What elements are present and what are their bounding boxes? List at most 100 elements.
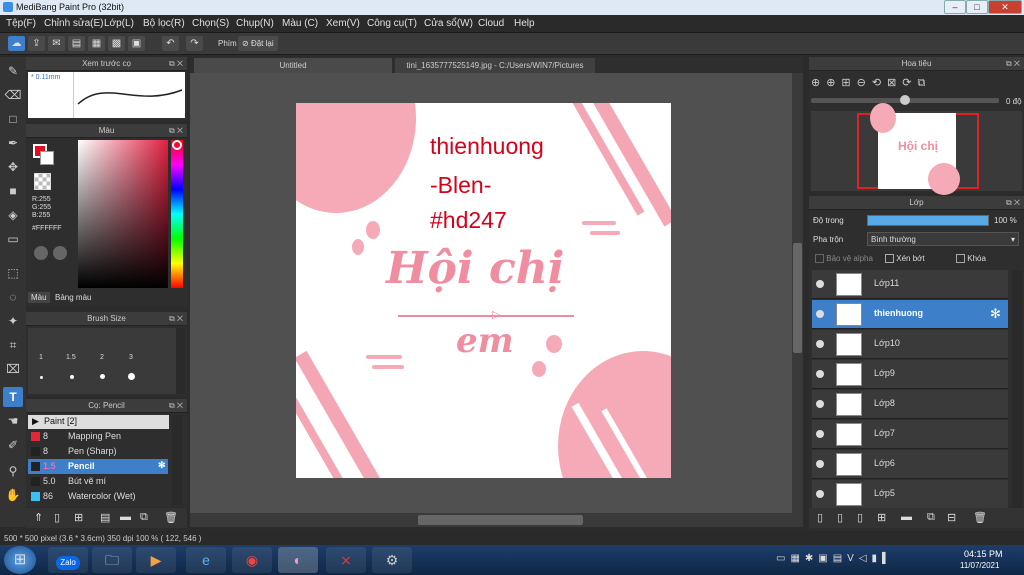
add-brush-icon[interactable]: ⇑ bbox=[34, 511, 43, 524]
merge-layer-icon[interactable]: ⊟ bbox=[947, 511, 956, 524]
folder-icon[interactable]: ▬ bbox=[901, 511, 912, 523]
move-tool-icon[interactable]: ✥ bbox=[3, 157, 23, 177]
ie-app-icon[interactable]: e bbox=[186, 547, 226, 573]
layer-item-selected[interactable]: thienhuong ✻ bbox=[812, 300, 1008, 329]
visibility-icon[interactable] bbox=[816, 490, 824, 498]
new-layer-1bit-icon[interactable]: ▯ bbox=[857, 511, 863, 524]
menu-view[interactable]: Xem(V) bbox=[326, 18, 360, 29]
new-layer-icon[interactable]: ▯ bbox=[817, 511, 823, 524]
lasso-tool-icon[interactable]: ◌ bbox=[3, 287, 23, 307]
cloud-icon[interactable]: ☁ bbox=[8, 36, 25, 51]
lock-checkbox[interactable]: Khóa bbox=[956, 254, 986, 264]
vertical-scrollbar[interactable] bbox=[792, 73, 803, 513]
size-scrollbar[interactable] bbox=[176, 328, 185, 394]
transparent-color-swatch[interactable] bbox=[34, 173, 51, 190]
size-2[interactable]: 2 bbox=[100, 354, 104, 361]
eraser-tool-icon[interactable]: ⌫ bbox=[3, 85, 23, 105]
start-button-icon[interactable]: ⊞ bbox=[4, 546, 36, 574]
brush-scrollbar[interactable] bbox=[172, 415, 182, 505]
layer-scrollbar[interactable] bbox=[1012, 270, 1022, 508]
visibility-icon[interactable] bbox=[816, 310, 824, 318]
hand-tool-icon[interactable]: ✋ bbox=[3, 485, 23, 505]
select-eraser-icon[interactable]: ⌧ bbox=[3, 359, 23, 379]
brush-item[interactable]: 8 Mapping Pen bbox=[28, 429, 168, 444]
text-tool-icon[interactable]: T bbox=[3, 387, 23, 407]
menu-snap[interactable]: Chụp(N) bbox=[236, 18, 274, 29]
layer-item[interactable]: Lớp5 bbox=[812, 480, 1008, 509]
copy-icon[interactable]: ⧉ bbox=[140, 511, 148, 524]
layer-item[interactable]: Lớp9 bbox=[812, 360, 1008, 389]
close-button[interactable]: ✕ bbox=[988, 0, 1022, 14]
visibility-icon[interactable] bbox=[816, 340, 824, 348]
visibility-icon[interactable] bbox=[816, 280, 824, 288]
navigator-zoom-icons[interactable]: ⊕⊕⊞⊖⟲⊠⟳⧉ bbox=[811, 76, 931, 90]
opacity-slider[interactable] bbox=[867, 215, 989, 226]
brush-item-selected[interactable]: 1.5 Pencil ✻ bbox=[28, 459, 168, 474]
visibility-icon[interactable] bbox=[816, 430, 824, 438]
blend-select[interactable]: Bình thường ▾ bbox=[867, 232, 1019, 246]
new-layer-8bit-icon[interactable]: ▯ bbox=[837, 511, 843, 524]
bucket-tool-icon[interactable]: ◈ bbox=[3, 205, 23, 225]
undo-icon[interactable]: ↶ bbox=[162, 36, 179, 51]
new-brush-icon[interactable]: ▯ bbox=[54, 511, 60, 524]
size-1-5[interactable]: 1.5 bbox=[66, 354, 76, 361]
menu-layer[interactable]: Lớp(L) bbox=[104, 18, 134, 29]
chrome-app-icon[interactable]: ◉ bbox=[232, 547, 272, 573]
rotation-slider-handle[interactable] bbox=[900, 95, 910, 105]
menu-select[interactable]: Chọn(S) bbox=[192, 18, 229, 29]
panel-controls-icon[interactable]: ⧉ ✕ bbox=[169, 59, 183, 69]
secondary-color-swatch[interactable] bbox=[40, 151, 54, 165]
trash-icon[interactable]: 🗑 bbox=[164, 511, 178, 524]
reset-button[interactable]: ⊘ Đặt lại bbox=[238, 36, 278, 51]
zalo-app-icon[interactable]: Zalo bbox=[48, 547, 88, 573]
redo-icon[interactable]: ↷ bbox=[186, 36, 203, 51]
size-dot[interactable] bbox=[40, 376, 43, 379]
menu-edit[interactable]: Chỉnh sửa(E) bbox=[44, 18, 104, 29]
dropper2-icon[interactable]: ⚲ bbox=[3, 461, 23, 481]
size-dot[interactable] bbox=[70, 375, 74, 379]
select-tool-icon[interactable]: ⬚ bbox=[3, 263, 23, 283]
hue-handle[interactable] bbox=[172, 140, 182, 150]
menu-help[interactable]: Help bbox=[514, 18, 535, 29]
fill-rect-icon[interactable]: ■ bbox=[3, 181, 23, 201]
document-icon[interactable]: ▦ bbox=[88, 36, 105, 51]
export-icon[interactable]: ⇪ bbox=[28, 36, 45, 51]
scroll-thumb[interactable] bbox=[418, 515, 583, 525]
panel-controls-icon[interactable]: ⧉ ✕ bbox=[169, 314, 183, 324]
brush-item[interactable]: 86 Watercolor (Wet) bbox=[28, 489, 168, 504]
visibility-icon[interactable] bbox=[816, 370, 824, 378]
size-3[interactable]: 3 bbox=[129, 354, 133, 361]
menu-window[interactable]: Cửa sổ(W) bbox=[424, 18, 473, 29]
system-tray-icons[interactable]: ▭▦✱▣▤V◁▮▌ bbox=[776, 553, 894, 564]
scroll-thumb[interactable] bbox=[793, 243, 802, 353]
clock-time[interactable]: 04:15 PM bbox=[964, 549, 1003, 559]
add-layer-menu-icon[interactable]: ⊞ bbox=[877, 511, 886, 524]
menu-cloud[interactable]: Cloud bbox=[478, 18, 504, 29]
palette-icon[interactable] bbox=[34, 246, 48, 260]
brush-item[interactable]: 8 Pen (Sharp) bbox=[28, 444, 168, 459]
trash-icon[interactable]: 🗑 bbox=[973, 511, 987, 524]
palette-add-icon[interactable] bbox=[53, 246, 67, 260]
brush-tool-icon[interactable]: ✎ bbox=[3, 61, 23, 81]
navigator-preview[interactable]: Hội chị bbox=[811, 103, 1022, 195]
brush-group[interactable]: ▶ Paint [2] bbox=[28, 415, 169, 429]
layer-item[interactable]: Lớp10 bbox=[812, 330, 1008, 359]
brush-settings-icon[interactable]: ▤ bbox=[100, 511, 110, 524]
protect-alpha-checkbox[interactable]: Bảo vệ alpha bbox=[815, 254, 873, 264]
layer-item[interactable]: Lớp8 bbox=[812, 390, 1008, 419]
tool-app-icon[interactable]: ⚙ bbox=[372, 547, 412, 573]
gear-icon[interactable]: ✻ bbox=[158, 460, 166, 471]
panel-controls-icon[interactable]: ⧉ ✕ bbox=[169, 401, 183, 411]
visibility-icon[interactable] bbox=[816, 460, 824, 468]
size-dot[interactable] bbox=[128, 373, 135, 380]
menu-color[interactable]: Màu (C) bbox=[282, 18, 318, 29]
select-pen-icon[interactable]: ⌗ bbox=[3, 335, 23, 355]
horizontal-scrollbar[interactable] bbox=[190, 513, 803, 527]
size-dot[interactable] bbox=[100, 374, 105, 379]
tab-color[interactable]: Màu bbox=[28, 292, 50, 303]
maximize-button[interactable]: □ bbox=[966, 0, 988, 14]
gradient-tool-icon[interactable]: ▭ bbox=[3, 229, 23, 249]
panel-controls-icon[interactable]: ⧉ ✕ bbox=[1006, 59, 1020, 69]
operation-tool-icon[interactable]: ☚ bbox=[3, 411, 23, 431]
clock-date[interactable]: 11/07/2021 bbox=[960, 561, 999, 570]
